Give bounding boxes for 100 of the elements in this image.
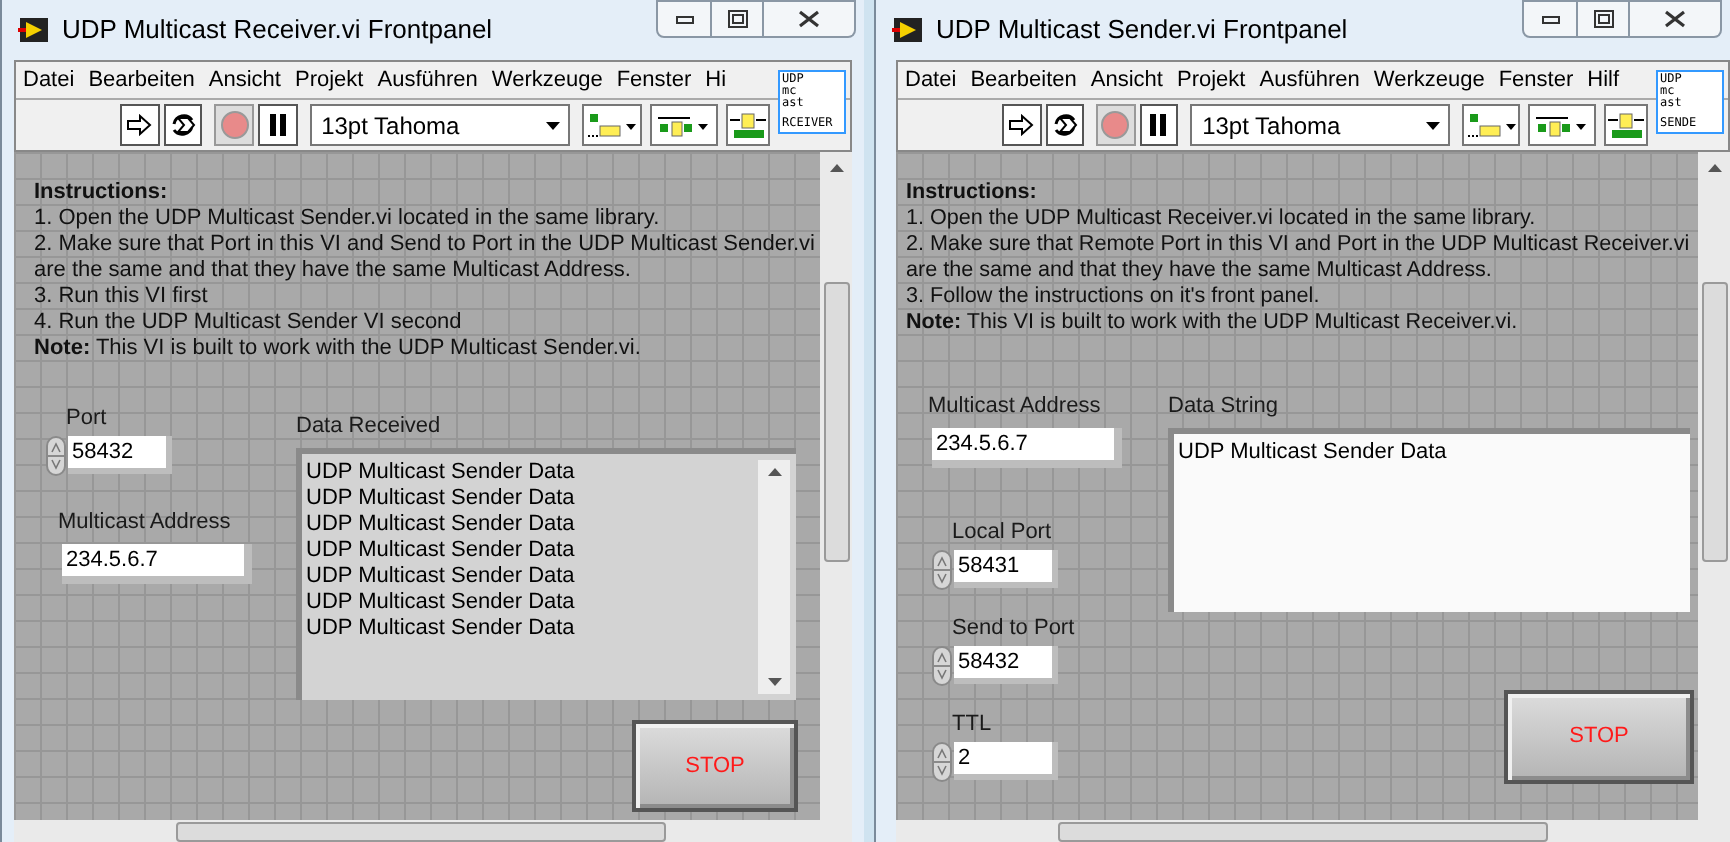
menu-item[interactable]: Bearbeiten (81, 62, 202, 98)
scroll-thumb[interactable] (1701, 282, 1728, 562)
close-icon (1664, 10, 1686, 28)
run-arrow-icon (1008, 114, 1035, 136)
resize-objects-button[interactable] (1603, 104, 1648, 146)
scroll-thumb[interactable] (823, 282, 850, 562)
increment-decrement-icon[interactable] (932, 741, 952, 781)
increment-decrement-icon[interactable] (46, 435, 66, 475)
increment-decrement-icon[interactable] (932, 645, 952, 685)
menu-item[interactable]: Ansicht (1083, 62, 1170, 98)
numeric-field[interactable]: 58431 (954, 550, 1058, 588)
list-line: UDP Multicast Sender Data (306, 486, 577, 512)
list-line: UDP Multicast Sender Data (306, 564, 577, 590)
menu-item[interactable]: Projekt (287, 62, 371, 98)
distribute-objects-button[interactable] (649, 104, 718, 146)
increment-decrement-icon[interactable] (932, 549, 952, 589)
scroll-thumb[interactable] (1058, 822, 1548, 842)
run-continuously-button[interactable] (1045, 104, 1085, 146)
menu-item[interactable]: Datei (16, 62, 82, 98)
pause-button[interactable] (257, 104, 298, 146)
data-string-box[interactable]: UDP Multicast Sender Data (1168, 428, 1690, 612)
instructions-heading: Instructions: (34, 180, 170, 206)
control-label: Port (66, 406, 107, 430)
instruction-line: 2. Make sure that Remote Port in this VI and Port in the UDP Multicast Receiver.vi are the same and that they have the same Multicast Address. (906, 232, 1692, 284)
window-title: UDP Multicast Sender.vi Frontpanel (936, 12, 1348, 49)
resize-objects-button[interactable] (725, 104, 770, 146)
maximize-button[interactable] (1578, 0, 1630, 38)
align-objects-button[interactable] (582, 104, 642, 146)
list-line: UDP Multicast Sender Data (306, 590, 577, 616)
menu-item[interactable]: Fenster (609, 62, 699, 98)
menu-item[interactable]: Ausführen (370, 62, 485, 98)
vertical-scrollbar[interactable] (820, 152, 852, 820)
list-line: UDP Multicast Sender Data (306, 460, 577, 486)
vertical-scrollbar[interactable] (1698, 152, 1730, 820)
menu-item[interactable]: Bearbeiten (963, 62, 1084, 98)
list-line: UDP Multicast Sender Data (306, 538, 577, 564)
instruction-line: 1. Open the UDP Multicast Receiver.vi located in the same library. (906, 206, 1538, 232)
menu-item[interactable]: Fenster (1491, 62, 1581, 98)
menu-item[interactable]: Hi (698, 62, 734, 98)
window-title: UDP Multicast Receiver.vi Frontpanel (62, 12, 493, 49)
align-icon (586, 111, 639, 139)
instruction-line: Note: This VI is built to work with the UDP Multicast Sender.vi. (34, 336, 643, 362)
font-dropdown[interactable]: 13pt Tahoma (309, 104, 571, 146)
numeric-field[interactable]: 2 (954, 742, 1058, 780)
minimize-button[interactable] (656, 0, 712, 38)
instruction-line: 1. Open the UDP Multicast Sender.vi located in the same library. (34, 206, 662, 232)
run-continuously-button[interactable] (163, 104, 203, 146)
horizontal-scrollbar[interactable] (14, 820, 852, 842)
horizontal-scrollbar[interactable] (896, 820, 1730, 842)
scroll-up-icon[interactable] (1707, 164, 1722, 172)
control-label: TTL (952, 712, 992, 736)
scroll-up-icon[interactable] (829, 164, 844, 172)
align-objects-button[interactable] (1461, 104, 1521, 146)
dropdown-caret-icon (546, 121, 561, 129)
instruction-line: 3. Run this VI first (34, 284, 210, 310)
pause-button[interactable] (1139, 104, 1179, 146)
minimize-icon (675, 15, 693, 23)
instruction-line: 2. Make sure that Port in this VI and Send to Port in the UDP Multicast Sender.vi are the same and that they have the same Multicast Address. (34, 232, 817, 284)
numeric-field[interactable]: 58432 (68, 436, 172, 474)
address-field[interactable]: 234.5.6.7 (62, 544, 252, 584)
restore-icon (727, 10, 747, 28)
distribute-icon (653, 111, 714, 139)
minimize-button[interactable] (1522, 0, 1578, 38)
restore-icon (1593, 10, 1613, 28)
control-label: Local Port (952, 520, 1052, 544)
instructions-heading: Instructions: (906, 180, 1039, 206)
menu-item[interactable]: Werkzeuge (484, 62, 610, 98)
numeric-field[interactable]: 58432 (954, 646, 1058, 684)
close-button[interactable] (1630, 0, 1722, 38)
menu-item[interactable]: Hilf (1580, 62, 1627, 98)
close-icon (798, 10, 820, 28)
scroll-down-icon[interactable] (767, 678, 781, 686)
scrollbar[interactable] (758, 460, 790, 694)
instruction-line: Note: This VI is built to work with the UDP Multicast Receiver.vi. (906, 310, 1520, 336)
control-label: Multicast Address (928, 392, 1101, 422)
control-label: Data Received (296, 412, 441, 442)
control-label: Data String (1168, 392, 1279, 422)
stop-sign-icon (219, 110, 250, 140)
run-continuously-icon (1049, 110, 1080, 140)
run-button[interactable] (120, 104, 160, 146)
scroll-up-icon[interactable] (767, 468, 781, 476)
list-line: UDP Multicast Sender Data (306, 616, 577, 642)
menu-item[interactable]: Ausführen (1252, 62, 1367, 98)
menu-item[interactable]: Datei (898, 62, 964, 98)
menu-item[interactable]: Projekt (1169, 62, 1253, 98)
maximize-button[interactable] (712, 0, 764, 38)
control-label: Send to Port (952, 616, 1075, 640)
minimize-icon (1541, 15, 1559, 23)
run-button[interactable] (1002, 104, 1042, 146)
instruction-line: 3. Follow the instructions on it's front panel. (906, 284, 1322, 310)
distribute-objects-button[interactable] (1528, 104, 1596, 146)
address-field[interactable]: 234.5.6.7 (932, 428, 1122, 468)
menu-item[interactable]: Werkzeuge (1366, 62, 1492, 98)
font-dropdown[interactable]: 13pt Tahoma (1190, 104, 1450, 146)
resize-icon (727, 111, 768, 139)
resize-icon (1605, 111, 1646, 139)
scroll-thumb[interactable] (176, 822, 666, 842)
instruction-line: 4. Run the UDP Multicast Sender VI second (34, 310, 464, 336)
menu-item[interactable]: Ansicht (201, 62, 288, 98)
close-button[interactable] (764, 0, 856, 38)
